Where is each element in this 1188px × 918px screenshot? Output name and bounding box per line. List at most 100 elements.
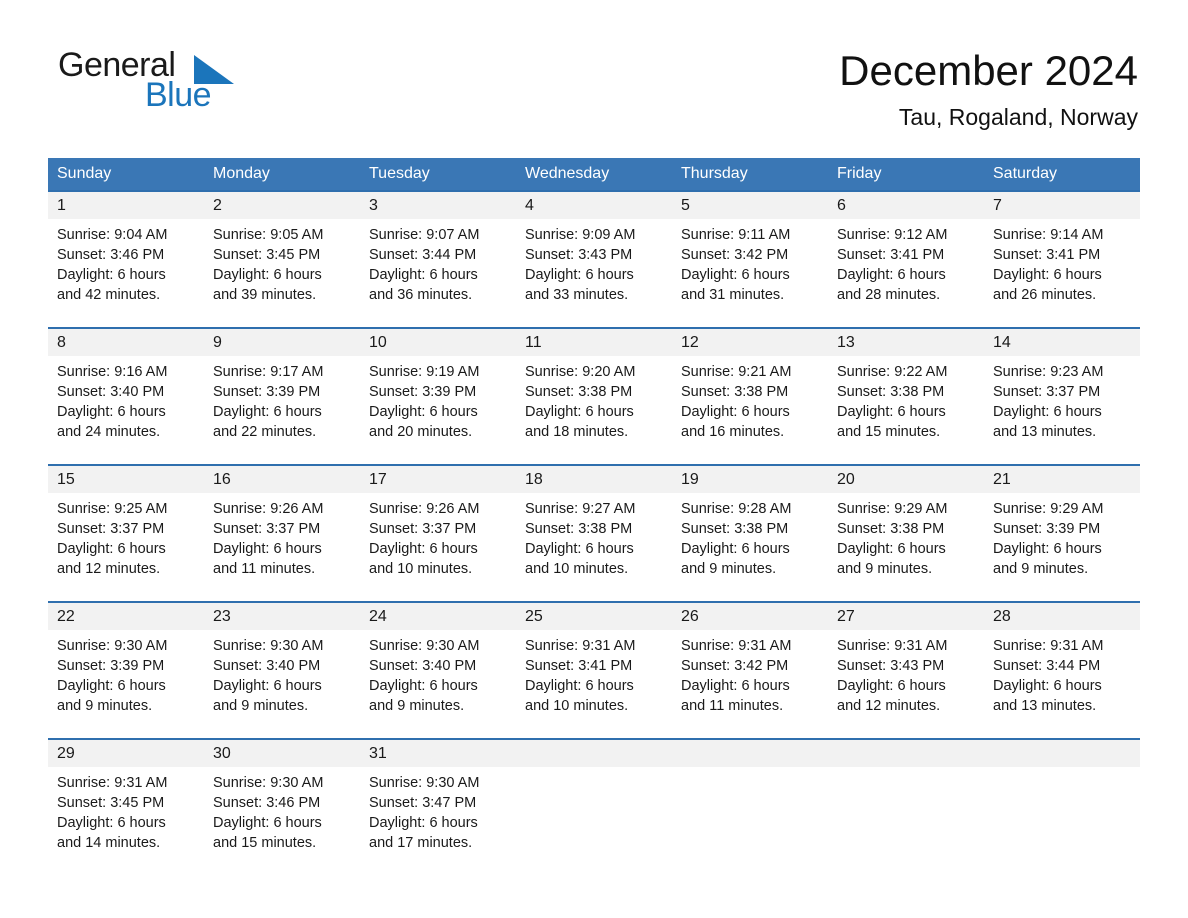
sunset-text: Sunset: 3:37 PM — [213, 521, 321, 537]
day-number[interactable]: 1 — [48, 192, 204, 219]
sunset-text: Sunset: 3:41 PM — [993, 247, 1101, 263]
sunrise-text: Sunrise: 9:04 AM — [57, 227, 168, 243]
day-number[interactable]: 31 — [360, 740, 516, 767]
day-number[interactable]: 26 — [672, 603, 828, 630]
sunrise-text: Sunrise: 9:25 AM — [57, 501, 168, 517]
day-number[interactable]: 13 — [828, 329, 984, 356]
calendar-week-row: 8 9 10 11 12 13 14 Sunrise: 9:16 AM Suns… — [48, 327, 1140, 464]
daylight-text-line2: and 10 minutes. — [525, 698, 629, 714]
day-info-cell: Sunrise: 9:25 AM Sunset: 3:37 PM Dayligh… — [48, 493, 204, 601]
day-number[interactable]: 28 — [984, 603, 1140, 630]
sunrise-text: Sunrise: 9:30 AM — [369, 638, 480, 654]
day-info-cell: Sunrise: 9:30 AM Sunset: 3:39 PM Dayligh… — [48, 630, 204, 738]
day-info-cell: Sunrise: 9:31 AM Sunset: 3:41 PM Dayligh… — [516, 630, 672, 738]
daylight-text-line1: Daylight: 6 hours — [213, 815, 322, 831]
sunrise-text: Sunrise: 9:30 AM — [369, 775, 480, 791]
day-info-cell: Sunrise: 9:27 AM Sunset: 3:38 PM Dayligh… — [516, 493, 672, 601]
sunset-text: Sunset: 3:38 PM — [681, 384, 789, 400]
daylight-text-line2: and 15 minutes. — [213, 835, 317, 851]
sunset-text: Sunset: 3:39 PM — [213, 384, 321, 400]
sunset-text: Sunset: 3:47 PM — [369, 795, 477, 811]
sunset-text: Sunset: 3:45 PM — [213, 247, 321, 263]
day-number[interactable]: 3 — [360, 192, 516, 219]
daylight-text-line2: and 12 minutes. — [837, 698, 941, 714]
day-info-cell: Sunrise: 9:31 AM Sunset: 3:43 PM Dayligh… — [828, 630, 984, 738]
weekday-header-saturday: Saturday — [993, 165, 1058, 182]
daylight-text-line2: and 9 minutes. — [213, 698, 309, 714]
sunrise-text: Sunrise: 9:16 AM — [57, 364, 168, 380]
sunrise-text: Sunrise: 9:20 AM — [525, 364, 636, 380]
day-number[interactable]: 30 — [204, 740, 360, 767]
calendar-page: General Blue December 2024 Tau, Rogaland… — [0, 0, 1188, 918]
sunrise-text: Sunrise: 9:31 AM — [681, 638, 792, 654]
sunrise-text: Sunrise: 9:11 AM — [681, 227, 791, 243]
day-info-cell: Sunrise: 9:29 AM Sunset: 3:38 PM Dayligh… — [828, 493, 984, 601]
weekday-header-monday: Monday — [213, 165, 270, 182]
day-info-cell: Sunrise: 9:26 AM Sunset: 3:37 PM Dayligh… — [204, 493, 360, 601]
sunrise-text: Sunrise: 9:31 AM — [57, 775, 168, 791]
sunset-text: Sunset: 3:41 PM — [525, 658, 633, 674]
weekday-header-sunday: Sunday — [57, 165, 112, 182]
day-number[interactable]: 10 — [360, 329, 516, 356]
day-number[interactable]: 8 — [48, 329, 204, 356]
day-number[interactable]: 15 — [48, 466, 204, 493]
day-number[interactable]: 23 — [204, 603, 360, 630]
day-info-cell: Sunrise: 9:19 AM Sunset: 3:39 PM Dayligh… — [360, 356, 516, 464]
week-date-band: 15 16 17 18 19 20 21 — [48, 466, 1140, 493]
sunrise-text: Sunrise: 9:31 AM — [525, 638, 636, 654]
day-number[interactable]: 4 — [516, 192, 672, 219]
day-info-cell: Sunrise: 9:30 AM Sunset: 3:40 PM Dayligh… — [204, 630, 360, 738]
day-number[interactable]: 5 — [672, 192, 828, 219]
daylight-text-line1: Daylight: 6 hours — [369, 404, 478, 420]
week-date-band: 1 2 3 4 5 6 7 — [48, 192, 1140, 219]
daylight-text-line1: Daylight: 6 hours — [993, 267, 1102, 283]
sunrise-text: Sunrise: 9:14 AM — [993, 227, 1104, 243]
day-info-cell: Sunrise: 9:07 AM Sunset: 3:44 PM Dayligh… — [360, 219, 516, 327]
calendar-week-row: 15 16 17 18 19 20 21 Sunrise: 9:25 AM Su… — [48, 464, 1140, 601]
day-number[interactable]: 24 — [360, 603, 516, 630]
page-header: General Blue December 2024 Tau, Rogaland… — [48, 0, 1140, 146]
day-number[interactable]: 18 — [516, 466, 672, 493]
day-number[interactable]: 17 — [360, 466, 516, 493]
daylight-text-line1: Daylight: 6 hours — [993, 678, 1102, 694]
day-number[interactable]: 12 — [672, 329, 828, 356]
daylight-text-line2: and 17 minutes. — [369, 835, 473, 851]
sunset-text: Sunset: 3:42 PM — [681, 658, 789, 674]
day-info-cell: Sunrise: 9:28 AM Sunset: 3:38 PM Dayligh… — [672, 493, 828, 601]
day-number[interactable]: 20 — [828, 466, 984, 493]
sunrise-text: Sunrise: 9:07 AM — [369, 227, 480, 243]
day-number[interactable]: 25 — [516, 603, 672, 630]
day-number[interactable]: 19 — [672, 466, 828, 493]
day-info-cell: Sunrise: 9:09 AM Sunset: 3:43 PM Dayligh… — [516, 219, 672, 327]
page-subtitle: Tau, Rogaland, Norway — [898, 104, 1138, 130]
week-date-band: 22 23 24 25 26 27 28 — [48, 603, 1140, 630]
day-info-cell: Sunrise: 9:31 AM Sunset: 3:42 PM Dayligh… — [672, 630, 828, 738]
daylight-text-line2: and 31 minutes. — [681, 287, 785, 303]
day-info-cell-empty — [984, 767, 1140, 875]
day-number[interactable]: 16 — [204, 466, 360, 493]
sunset-text: Sunset: 3:44 PM — [369, 247, 477, 263]
day-number[interactable]: 7 — [984, 192, 1140, 219]
day-number[interactable]: 14 — [984, 329, 1140, 356]
day-number[interactable]: 29 — [48, 740, 204, 767]
daylight-text-line2: and 22 minutes. — [213, 424, 317, 440]
sunrise-text: Sunrise: 9:23 AM — [993, 364, 1104, 380]
day-number[interactable]: 11 — [516, 329, 672, 356]
daylight-text-line1: Daylight: 6 hours — [213, 541, 322, 557]
calendar-week-row: 22 23 24 25 26 27 28 Sunrise: 9:30 AM Su… — [48, 601, 1140, 738]
day-number[interactable]: 9 — [204, 329, 360, 356]
day-number[interactable]: 21 — [984, 466, 1140, 493]
day-number[interactable]: 2 — [204, 192, 360, 219]
day-info-cell: Sunrise: 9:31 AM Sunset: 3:44 PM Dayligh… — [984, 630, 1140, 738]
sunrise-text: Sunrise: 9:31 AM — [837, 638, 948, 654]
day-info-cell: Sunrise: 9:17 AM Sunset: 3:39 PM Dayligh… — [204, 356, 360, 464]
sunset-text: Sunset: 3:44 PM — [993, 658, 1101, 674]
daylight-text-line2: and 9 minutes. — [837, 561, 933, 577]
day-number[interactable]: 27 — [828, 603, 984, 630]
day-number[interactable]: 6 — [828, 192, 984, 219]
day-number[interactable]: 22 — [48, 603, 204, 630]
daylight-text-line1: Daylight: 6 hours — [837, 404, 946, 420]
daylight-text-line1: Daylight: 6 hours — [369, 678, 478, 694]
generalblue-logo[interactable]: General Blue — [48, 46, 248, 122]
sunrise-text: Sunrise: 9:09 AM — [525, 227, 636, 243]
